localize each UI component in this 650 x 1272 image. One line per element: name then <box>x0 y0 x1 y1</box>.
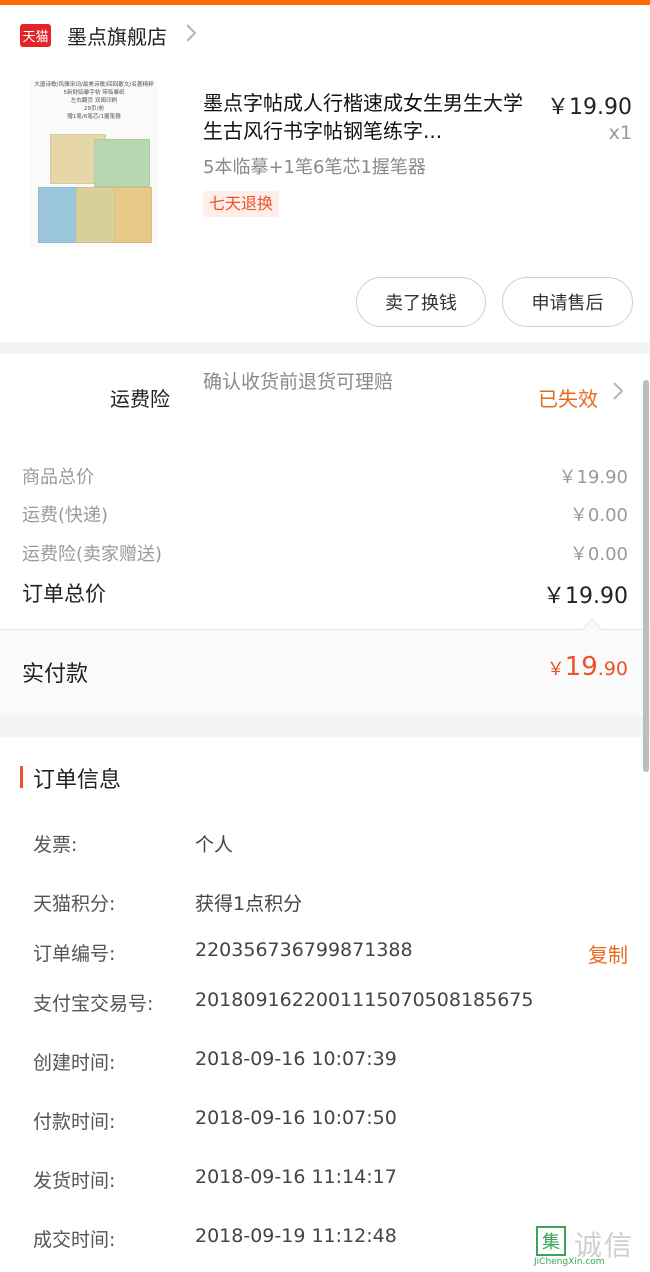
shipping-fee-label: 运费(快递) <box>22 505 109 526</box>
scrollbar[interactable] <box>643 380 649 772</box>
tmall-points-key: 天猫积分: <box>33 893 116 915</box>
shipped-time-value: 2018-09-16 11:14:17 <box>195 1166 397 1188</box>
product-title[interactable]: 墨点字帖成人行楷速成女生男生大学生古风行书字帖钢笔练字... <box>203 89 538 145</box>
shipping-insurance-description: 确认收货前退货可理赔 <box>203 371 394 393</box>
product-quantity: x1 <box>608 122 632 144</box>
completed-time-value: 2018-09-19 11:12:48 <box>195 1225 397 1247</box>
after-sale-button[interactable]: 申请售后 <box>502 277 633 327</box>
paid-amount: ￥19.90 <box>547 652 628 682</box>
paid-time-value: 2018-09-16 10:07:50 <box>195 1107 397 1129</box>
goods-total-row: 商品总价 ￥19.90 <box>0 459 650 489</box>
book-cover <box>38 187 78 243</box>
order-total-value: ￥19.90 <box>543 584 628 609</box>
caret-up-icon <box>582 618 602 630</box>
insurance-fee-row: 运费险(卖家赠送) ￥0.00 <box>0 536 650 566</box>
shipping-fee-row: 运费(快递) ￥0.00 <box>0 497 650 527</box>
section-accent-bar <box>20 766 23 788</box>
order-number-row: 订单编号: 220356736799871388 复制 <box>0 935 650 968</box>
chevron-right-icon[interactable] <box>612 381 624 407</box>
alipay-trade-row: 支付宝交易号: 2018091622001115070508185675 <box>0 985 650 1015</box>
shipping-insurance-row[interactable]: 运费险 确认收货前退货可理赔 已失效 <box>0 355 650 445</box>
order-number-key: 订单编号: <box>33 943 116 965</box>
order-info-title: 订单信息 <box>33 768 122 793</box>
store-header[interactable]: 天猫 墨点旗舰店 <box>0 5 650 65</box>
watermark-logo-icon: 集 <box>536 1226 566 1256</box>
shipping-insurance-label: 运费险 <box>110 387 170 411</box>
paid-label: 实付款 <box>22 662 89 687</box>
product-item[interactable]: 大唐诗歌/风雅宋词/最美诗歌/回回散文/名著精粹 5新财临摹字帖 带临摹纸 左右… <box>0 75 650 265</box>
shipping-insurance-status[interactable]: 已失效 <box>538 383 598 412</box>
invoice-row: 发票: 个人 <box>0 826 650 856</box>
order-total-row: 订单总价 ￥19.90 <box>0 576 650 609</box>
section-divider <box>0 342 650 354</box>
tmall-logo-icon: 天猫 <box>20 23 51 47</box>
paid-amount-box: 实付款 ￥19.90 <box>0 629 650 715</box>
paid-currency: ￥ <box>546 659 565 680</box>
watermark: 集 诚信 JiChengXin.com <box>532 1222 650 1270</box>
invoice-key: 发票: <box>33 834 78 856</box>
order-total-label: 订单总价 <box>22 582 106 606</box>
order-number-value: 220356736799871388 <box>195 939 413 961</box>
book-cover <box>114 187 152 243</box>
tmall-points-row: 天猫积分: 获得1点积分 <box>0 885 650 915</box>
goods-total-label: 商品总价 <box>22 467 94 488</box>
product-sku: 5本临摹+1笔6笔芯1握笔器 <box>203 157 426 178</box>
book-cover <box>76 187 116 243</box>
created-time-key: 创建时间: <box>33 1052 116 1074</box>
book-cover <box>94 139 150 187</box>
chevron-right-icon[interactable] <box>185 23 197 48</box>
paid-time-row: 付款时间: 2018-09-16 10:07:50 <box>0 1103 650 1133</box>
order-info-header: 订单信息 <box>0 755 650 799</box>
seven-day-return-badge: 七天退换 <box>203 191 280 217</box>
paid-decimal: .90 <box>597 658 628 680</box>
alipay-trade-key: 支付宝交易号: <box>33 993 154 1015</box>
created-time-row: 创建时间: 2018-09-16 10:07:39 <box>0 1044 650 1074</box>
copy-order-number-button[interactable]: 复制 <box>588 939 628 968</box>
insurance-fee-label: 运费险(卖家赠送) <box>22 544 163 565</box>
shipped-time-row: 发货时间: 2018-09-16 11:14:17 <box>0 1162 650 1192</box>
insurance-fee-value: ￥0.00 <box>569 544 628 565</box>
product-thumbnail[interactable]: 大唐诗歌/风雅宋词/最美诗歌/回回散文/名著精粹 5新财临摹字帖 带临摹纸 左右… <box>30 79 158 247</box>
sell-for-cash-button[interactable]: 卖了换钱 <box>356 277 486 327</box>
section-divider <box>0 715 650 737</box>
paid-time-key: 付款时间: <box>33 1111 116 1133</box>
store-name[interactable]: 墨点旗舰店 <box>67 21 167 50</box>
created-time-value: 2018-09-16 10:07:39 <box>195 1048 397 1070</box>
tmall-points-value: 获得1点积分 <box>195 893 303 915</box>
alipay-trade-value: 2018091622001115070508185675 <box>195 989 534 1011</box>
goods-total-value: ￥19.90 <box>558 467 628 488</box>
watermark-url: JiChengXin.com <box>534 1257 605 1267</box>
shipped-time-key: 发货时间: <box>33 1170 116 1192</box>
invoice-value: 个人 <box>195 834 234 856</box>
product-price: ￥19.90 <box>547 95 632 120</box>
completed-time-key: 成交时间: <box>33 1229 116 1251</box>
thumbnail-caption: 大唐诗歌/风雅宋词/最美诗歌/回回散文/名著精粹 5新财临摹字帖 带临摹纸 左右… <box>34 82 154 120</box>
shipping-fee-value: ￥0.00 <box>569 505 628 526</box>
paid-integer: 19 <box>564 652 598 682</box>
